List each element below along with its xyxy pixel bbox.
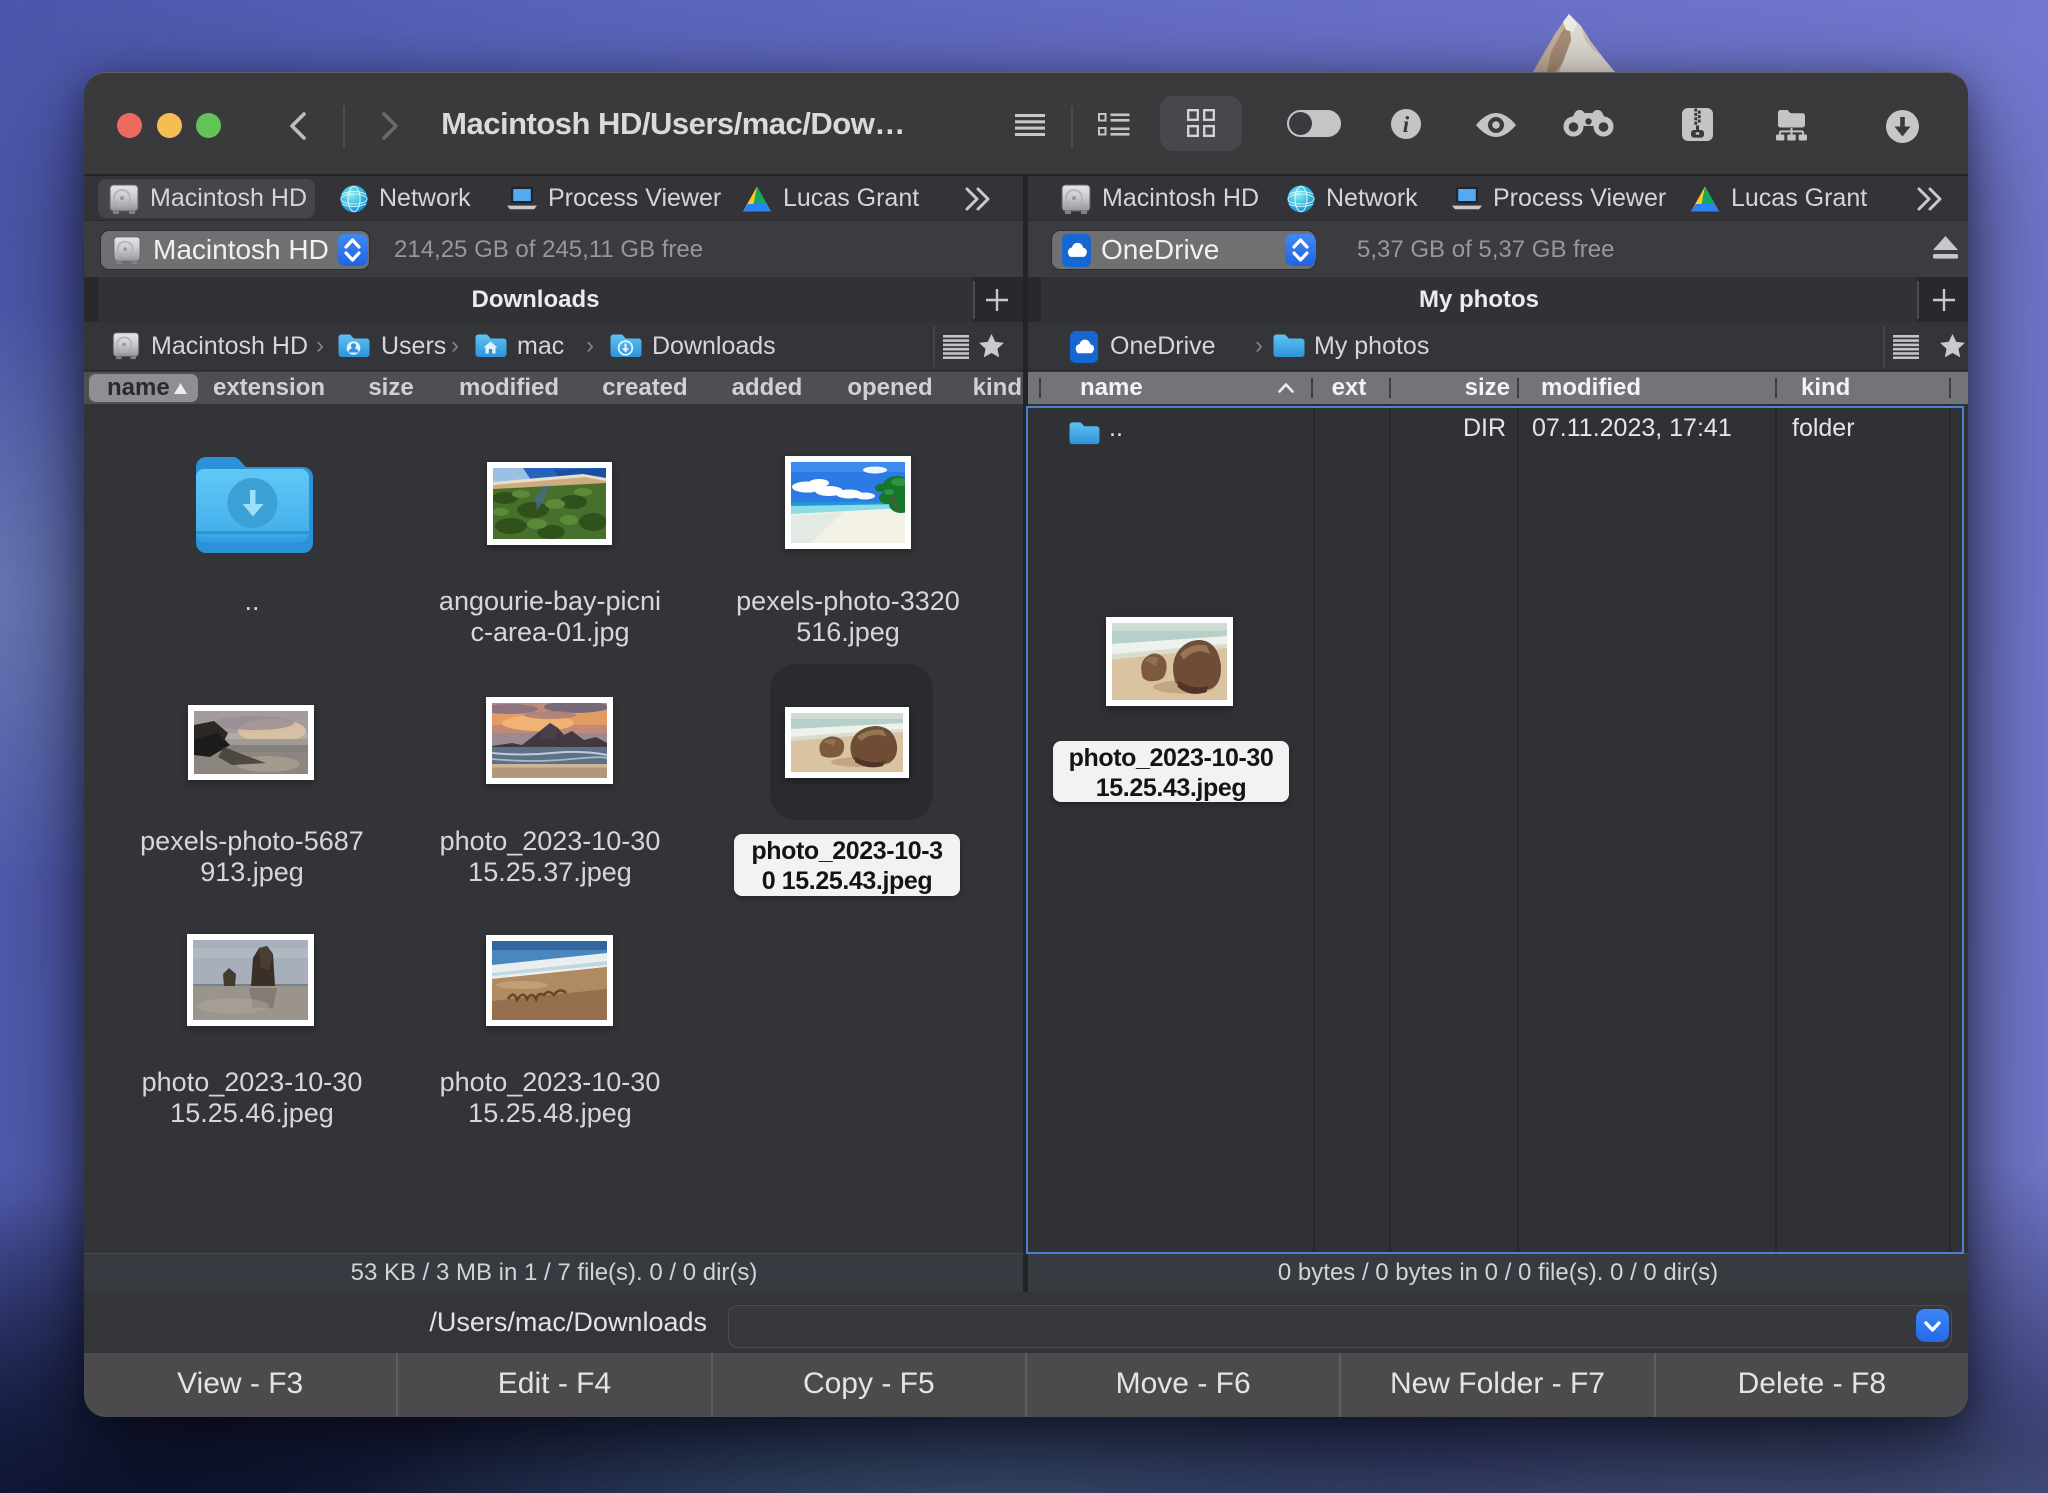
svg-text:i: i	[1403, 112, 1410, 137]
